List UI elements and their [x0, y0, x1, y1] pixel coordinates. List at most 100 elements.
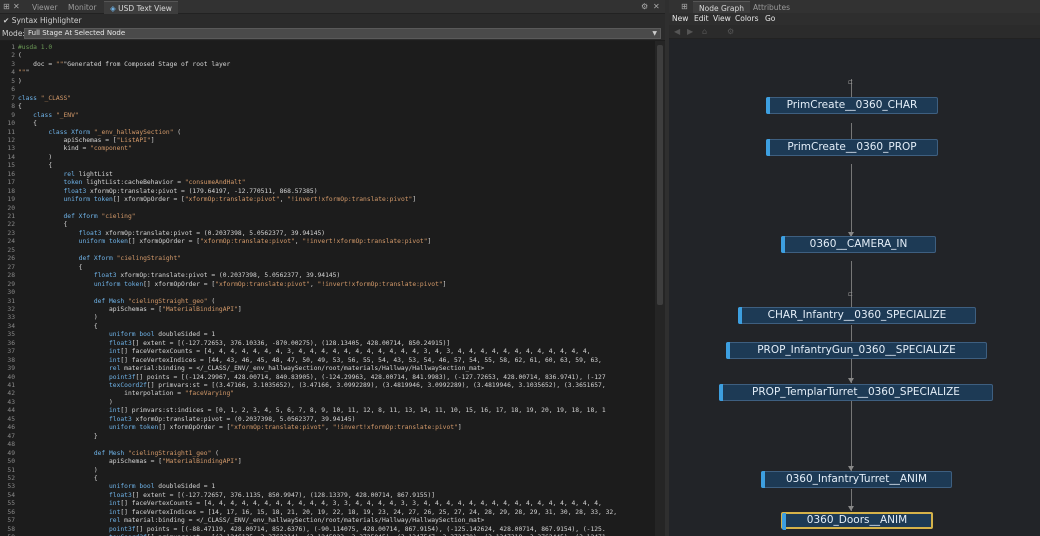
code-line: def Xform "cielingStraight"	[78, 255, 182, 263]
line-number: 9	[11, 111, 15, 119]
line-number: 58	[7, 525, 15, 533]
line-number: 12	[7, 136, 15, 144]
menu-new[interactable]: New	[672, 13, 688, 25]
line-number: 20	[7, 204, 15, 212]
syntax-highlighter-toggle[interactable]: ✔ Syntax Highlighter	[0, 14, 665, 27]
node-stripe	[781, 236, 785, 253]
line-number: 45	[7, 415, 15, 423]
line-number: 6	[11, 86, 15, 94]
node-primcreate-char[interactable]: PrimCreate__0360_CHAR	[766, 97, 938, 114]
node-label: PrimCreate__0360_CHAR	[786, 99, 918, 111]
code-line: rel lightList	[63, 170, 113, 178]
code-line: interpolation = "faceVarying"	[18, 390, 235, 398]
line-number: 44	[7, 407, 15, 415]
back-icon[interactable]: ◀	[674, 27, 680, 37]
node-camera-in[interactable]: 0360__CAMERA_IN	[781, 236, 936, 253]
menu-edit[interactable]: Edit	[694, 13, 709, 25]
line-number: 50	[7, 458, 15, 466]
code-line: """	[18, 69, 30, 77]
line-number: 5	[11, 77, 15, 85]
line-number: 3	[11, 60, 15, 68]
scrollbar-thumb[interactable]	[657, 45, 663, 305]
line-number: 1	[11, 44, 15, 51]
code-line: doc = """Generated from Composed Stage o…	[18, 60, 231, 68]
code-line: (	[18, 52, 22, 60]
line-number: 8	[11, 103, 15, 111]
line-number: 47	[7, 432, 15, 440]
line-number: 34	[7, 322, 15, 330]
code-line: uniform token[] xformOpOrder = ["xformOp…	[63, 196, 417, 204]
close-panel-icon[interactable]: ✕	[653, 2, 660, 12]
port-label: ⊏	[848, 291, 854, 298]
node-graph-canvas[interactable]: ⊏ ⊏ PrimCreate__0360_CHAR PrimCreate__03…	[669, 39, 1040, 536]
edge	[851, 325, 852, 341]
code-line: int[] faceVertexIndices = [14, 17, 16, 1…	[109, 508, 618, 516]
left-tab-bar: ⊞ ✕ Viewer Monitor ◈ USD Text View ⚙ ✕	[0, 0, 665, 14]
menu-go[interactable]: Go	[765, 13, 775, 25]
code-line: }	[18, 432, 98, 440]
node-char-infantry-specialize[interactable]: CHAR_Infantry__0360_SPECIALIZE	[738, 307, 976, 324]
line-number: 38	[7, 356, 15, 364]
home-icon[interactable]: ⌂	[702, 27, 707, 37]
edge	[851, 261, 852, 307]
mode-bar: Mode: Full Stage At Selected Node ▼	[0, 27, 665, 40]
line-number: 43	[7, 398, 15, 406]
node-primcreate-prop[interactable]: PrimCreate__0360_PROP	[766, 139, 938, 156]
settings-icon[interactable]: ⚙	[641, 2, 648, 12]
line-number: 40	[7, 373, 15, 381]
code-line: )	[18, 398, 113, 406]
line-number: 52	[7, 474, 15, 482]
tab-viewer[interactable]: Viewer	[32, 1, 58, 14]
node-prop-templarturret-specialize[interactable]: PROP_TemplarTurret__0360_SPECIALIZE	[719, 384, 993, 401]
code-line: {	[18, 103, 22, 111]
mode-select[interactable]: Full Stage At Selected Node ▼	[24, 28, 661, 39]
node-graph-panel: ⊞ Node Graph Attributes New Edit View Co…	[669, 0, 1040, 536]
node-label: 0360_Doors__ANIM	[806, 514, 908, 526]
line-number: 19	[7, 196, 15, 204]
line-number: 36	[7, 339, 15, 347]
mode-label: Mode:	[2, 29, 25, 38]
grid-icon[interactable]: ⊞	[3, 2, 10, 12]
code-editor[interactable]: 1 2 3 4 5 6 7 8 9 10 11 12 13 14 15 16 17 18 19 20 21 22 23 24 2…	[0, 41, 655, 536]
node-prop-infantrygun-specialize[interactable]: PROP_InfantryGun_0360__SPECIALIZE	[726, 342, 987, 359]
node-label: PrimCreate__0360_PROP	[787, 141, 917, 153]
line-number: 39	[7, 365, 15, 373]
line-number: 51	[7, 466, 15, 474]
line-number: 27	[7, 263, 15, 271]
node-stripe	[761, 471, 765, 488]
line-number: 41	[7, 382, 15, 389]
menu-colors[interactable]: Colors	[735, 13, 759, 25]
settings-icon[interactable]: ⚙	[727, 27, 734, 37]
editor-scrollbar[interactable]	[655, 41, 665, 536]
node-doors-anim[interactable]: 0360_Doors__ANIM	[781, 512, 933, 530]
line-number: 14	[7, 153, 15, 161]
line-number: 13	[7, 145, 15, 153]
code-line: def Mesh "cielingStraight_geo" (	[93, 297, 216, 305]
menu-view[interactable]: View	[713, 13, 731, 25]
grid-icon[interactable]: ⊞	[681, 2, 688, 12]
tab-monitor[interactable]: Monitor	[68, 1, 97, 14]
node-stripe	[726, 342, 730, 359]
line-number: 21	[7, 213, 15, 220]
edge	[851, 401, 852, 471]
node-stripe	[719, 384, 723, 401]
app-window: ⊞ ✕ Viewer Monitor ◈ USD Text View ⚙ ✕ ✔…	[0, 0, 1040, 536]
tab-usd-text-view[interactable]: ◈ USD Text View	[104, 1, 178, 14]
node-infantryturret-anim[interactable]: 0360_InfantryTurret__ANIM	[761, 471, 952, 488]
code-line: int[] faceVertexCounts = [4, 4, 4, 4, 4,…	[109, 348, 591, 356]
dropdown-arrow-icon: ▼	[652, 30, 657, 37]
code-line: apiSchemas = ["MaterialBindingAPI"]	[18, 458, 242, 466]
line-number: 30	[7, 289, 15, 297]
line-number: 24	[7, 238, 15, 246]
code-line: {	[18, 474, 98, 482]
code-line: {	[18, 120, 37, 128]
line-number: 57	[7, 517, 15, 525]
code-line: {	[18, 263, 83, 271]
line-number: 46	[7, 424, 15, 432]
code-line: uniform token[] xformOpOrder = ["xformOp…	[93, 280, 447, 288]
menu-bar: New Edit View Colors Go	[669, 13, 1040, 25]
line-number: 55	[7, 500, 15, 508]
close-icon[interactable]: ✕	[13, 2, 20, 12]
line-number: 33	[7, 314, 15, 322]
forward-icon[interactable]: ▶	[687, 27, 693, 37]
